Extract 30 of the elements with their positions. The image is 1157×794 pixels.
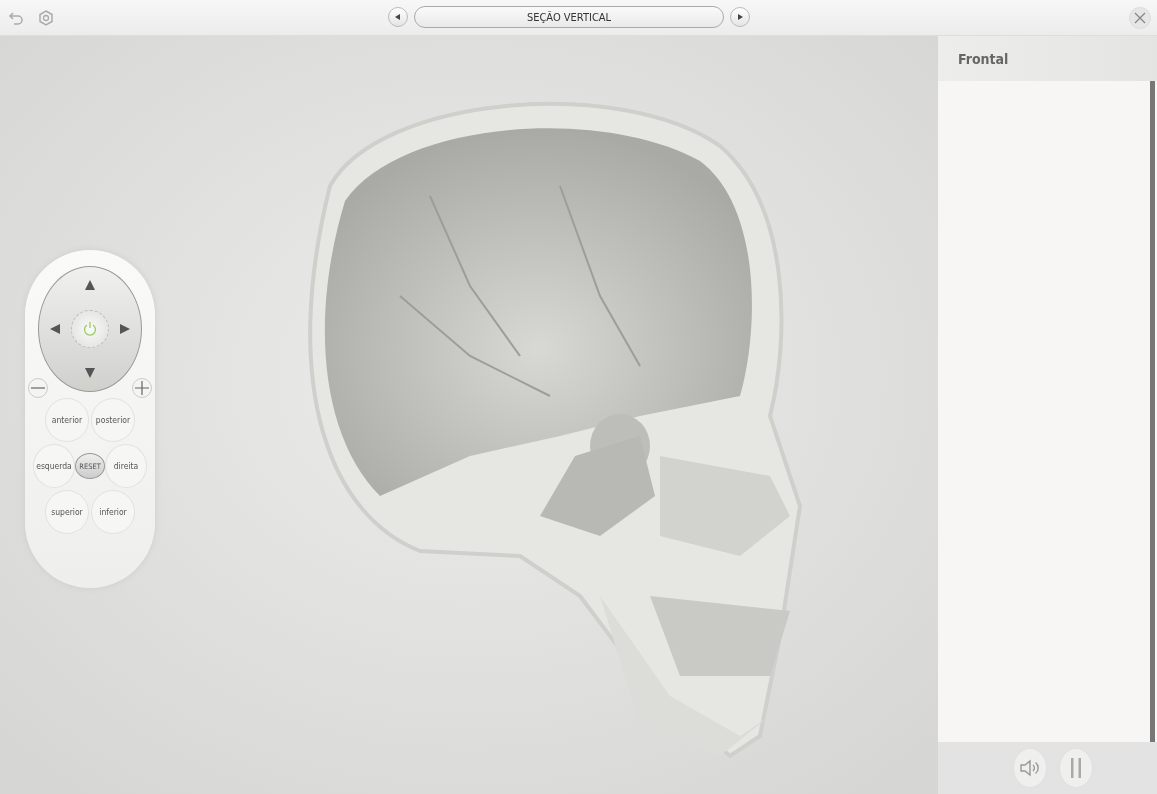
scrollbar[interactable]: [1150, 81, 1155, 742]
speaker-icon: [1018, 758, 1041, 778]
power-button[interactable]: [71, 310, 109, 348]
right-triangle-icon: [736, 13, 744, 21]
zoom-in-button[interactable]: [132, 378, 152, 398]
view-button[interactable]: esquerda: [33, 444, 75, 488]
pause-icon: [1069, 757, 1082, 779]
panel-title: Frontal: [958, 50, 1009, 67]
plus-icon: [135, 381, 149, 395]
down-arrow-icon[interactable]: [84, 367, 96, 379]
view-button[interactable]: posterior: [91, 398, 135, 442]
sound-button[interactable]: [1013, 749, 1046, 787]
view-button[interactable]: superior: [45, 490, 89, 534]
next-button[interactable]: [730, 7, 750, 27]
view-button[interactable]: anterior: [45, 398, 89, 442]
left-triangle-icon: [394, 13, 402, 21]
section-title-field: SEÇÃO VERTICAL: [414, 6, 724, 28]
power-icon: [83, 321, 97, 337]
close-icon: [1134, 11, 1146, 24]
right-arrow-icon[interactable]: [119, 323, 131, 335]
view-button[interactable]: direita: [105, 444, 147, 488]
zoom-out-button[interactable]: [28, 378, 48, 398]
hexagon-icon[interactable]: [38, 9, 54, 26]
view-button[interactable]: inferior: [91, 490, 135, 534]
pause-button[interactable]: [1059, 749, 1092, 787]
previous-button[interactable]: [388, 7, 408, 27]
left-arrow-icon[interactable]: [49, 323, 61, 335]
undo-icon[interactable]: [8, 9, 24, 26]
up-arrow-icon[interactable]: [84, 279, 96, 291]
close-button[interactable]: [1129, 6, 1151, 29]
